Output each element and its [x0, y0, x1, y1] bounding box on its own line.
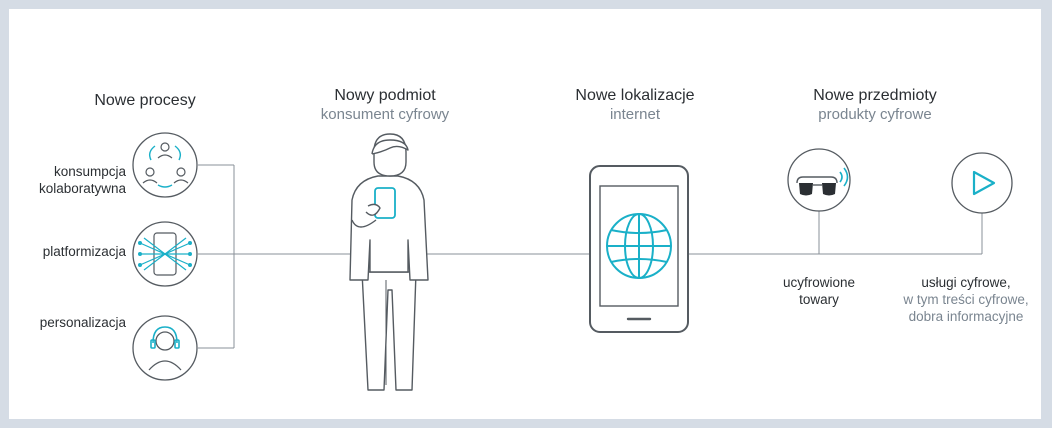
- process-label-personalization: personalizacja: [39, 315, 126, 330]
- process-label-collaborative: konsumpcja kolaboratywna: [14, 164, 126, 198]
- subject-subtitle: konsument cyfrowy: [320, 106, 450, 123]
- person-with-phone-icon: [349, 133, 429, 391]
- object-label-digitized-goods-line1: ucyfrowione: [782, 275, 856, 290]
- processes-title: Nowe procesy: [94, 92, 196, 109]
- play-icon: [951, 152, 1013, 214]
- process-label-collaborative-line2: kolaboratywna: [38, 180, 126, 196]
- objects-title: Nowe przedmioty: [813, 87, 937, 104]
- subject-title: Nowy podmiot: [334, 87, 436, 104]
- object-label-digital-services-line3: dobra informacyjne: [908, 308, 1024, 324]
- smartphone-globe-icon: [589, 165, 689, 333]
- people-cycle-icon: [132, 132, 198, 198]
- process-label-collaborative-line1: konsumpcja: [53, 164, 126, 179]
- diagram-canvas: [132, 132, 1013, 391]
- object-label-digital-services-line1: usługi cyfrowe,: [921, 275, 1011, 290]
- objects-subtitle: produkty cyfrowe: [818, 106, 932, 123]
- location-title: Nowe lokalizacje: [575, 87, 695, 104]
- object-label-digital-services: usługi cyfrowe, w tym treści cyfrowe, do…: [895, 275, 1037, 326]
- platform-network-icon: [132, 221, 198, 287]
- object-label-digitized-goods: ucyfrowione towary: [765, 275, 873, 309]
- process-label-platformization: platformizacja: [42, 244, 126, 259]
- object-label-digital-services-line2: w tym treści cyfrowe,: [903, 291, 1029, 307]
- object-label-digitized-goods-line2: towary: [799, 291, 839, 307]
- location-subtitle: internet: [609, 106, 661, 123]
- smart-glasses-icon: [787, 148, 851, 212]
- personalization-headset-icon: [132, 315, 198, 381]
